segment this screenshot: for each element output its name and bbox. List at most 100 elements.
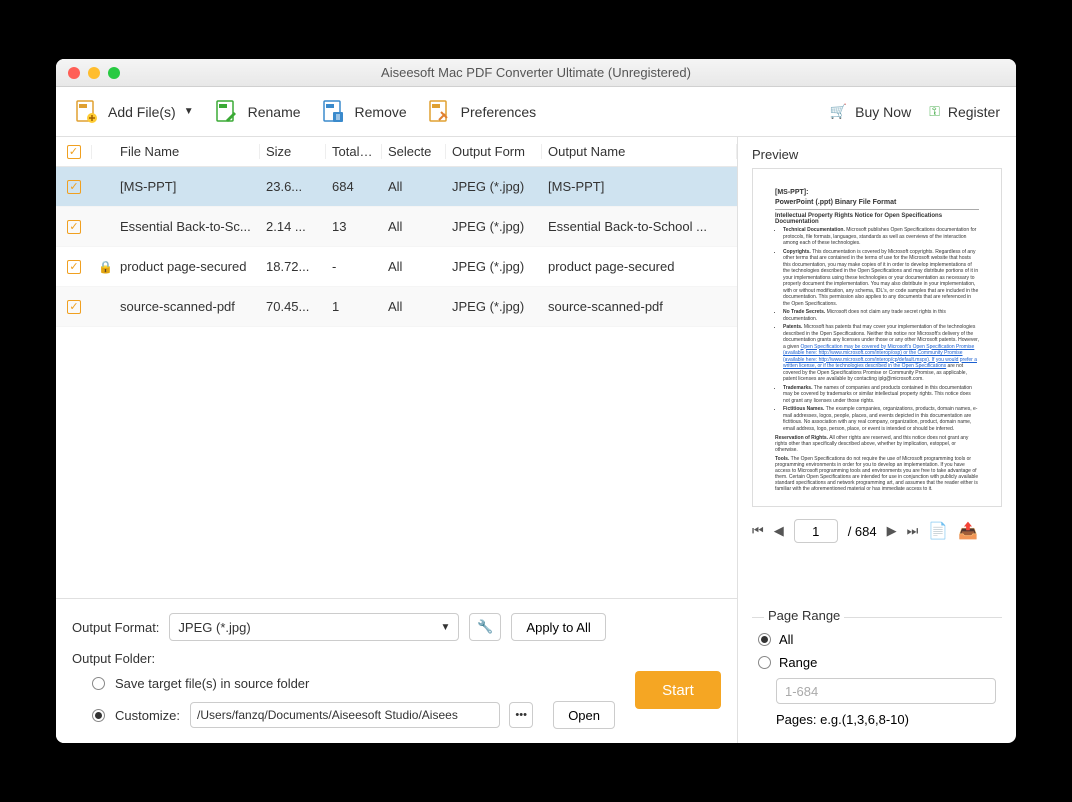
row-selected-pages: All [382, 299, 446, 314]
customize-folder-radio[interactable] [92, 709, 105, 722]
buy-now-button[interactable]: 🛒 Buy Now [830, 103, 911, 120]
customize-label: Customize: [115, 708, 180, 723]
row-checkbox[interactable]: ✓ [67, 180, 81, 194]
register-button[interactable]: ⚿ Register [929, 103, 1000, 120]
row-output-format: JPEG (*.jpg) [446, 299, 542, 314]
page-range-range-label: Range [779, 655, 817, 670]
row-size: 23.6... [260, 179, 326, 194]
output-settings-panel: Output Format: JPEG (*.jpg) ▼ 🔧 Apply to… [56, 598, 737, 743]
browse-folder-button[interactable]: ••• [509, 702, 533, 728]
header-filename[interactable]: File Name [114, 144, 260, 159]
remove-icon [319, 98, 347, 126]
row-output-format: JPEG (*.jpg) [446, 219, 542, 234]
output-format-value: JPEG (*.jpg) [178, 620, 250, 635]
row-size: 2.14 ... [260, 219, 326, 234]
add-files-button[interactable]: Add File(s) ▼ [72, 98, 194, 126]
row-output-name: source-scanned-pdf [542, 299, 737, 314]
page-range-legend: Page Range [764, 608, 844, 623]
row-size: 18.72... [260, 259, 326, 274]
rename-button[interactable]: Rename [212, 98, 301, 126]
row-selected-pages: All [382, 219, 446, 234]
lock-icon: 🔒 [98, 259, 114, 274]
page-range-range-radio[interactable] [758, 656, 771, 669]
row-selected-pages: All [382, 259, 446, 274]
next-page-button[interactable]: ▶ [887, 523, 897, 539]
key-icon: ⚿ [929, 103, 940, 120]
output-folder-label: Output Folder: [72, 651, 155, 666]
open-folder-button[interactable]: Open [553, 701, 615, 729]
row-selected-pages: All [382, 179, 446, 194]
window-title: Aiseesoft Mac PDF Converter Ultimate (Un… [56, 65, 1016, 80]
row-checkbox[interactable]: ✓ [67, 300, 81, 314]
minimize-window-button[interactable] [88, 67, 100, 79]
row-output-format: JPEG (*.jpg) [446, 179, 542, 194]
register-label: Register [948, 104, 1000, 120]
page-range-all-label: All [779, 632, 793, 647]
close-window-button[interactable] [68, 67, 80, 79]
page-range-all-radio[interactable] [758, 633, 771, 646]
total-pages-label: / 684 [848, 524, 877, 539]
current-page-input[interactable] [794, 519, 838, 543]
first-page-button[interactable]: ⏮ [752, 523, 764, 539]
row-output-format: JPEG (*.jpg) [446, 259, 542, 274]
table-row[interactable]: ✓ source-scanned-pdf 70.45... 1 All JPEG… [56, 287, 737, 327]
prev-page-button[interactable]: ◀ [774, 523, 784, 539]
preferences-button[interactable]: Preferences [425, 98, 536, 126]
app-window: Aiseesoft Mac PDF Converter Ultimate (Un… [56, 59, 1016, 743]
row-output-name: product page-secured [542, 259, 737, 274]
apply-to-all-button[interactable]: Apply to All [511, 613, 605, 641]
rename-icon [212, 98, 240, 126]
header-selected[interactable]: Selecte [382, 144, 446, 159]
table-row[interactable]: ✓ [MS-PPT] 23.6... 684 All JPEG (*.jpg) … [56, 167, 737, 207]
maximize-window-button[interactable] [108, 67, 120, 79]
save-in-source-label: Save target file(s) in source folder [115, 676, 309, 691]
start-button[interactable]: Start [635, 671, 721, 709]
fit-page-icon[interactable]: 📄 [928, 521, 948, 541]
row-filename: [MS-PPT] [114, 179, 260, 194]
row-filename: product page-secured [114, 259, 260, 274]
header-total[interactable]: Total Pa [326, 144, 382, 159]
titlebar: Aiseesoft Mac PDF Converter Ultimate (Un… [56, 59, 1016, 87]
preferences-icon [425, 98, 453, 126]
output-format-label: Output Format: [72, 620, 159, 635]
row-checkbox[interactable]: ✓ [67, 220, 81, 234]
add-files-label: Add File(s) [108, 104, 176, 120]
last-page-button[interactable]: ⏭ [907, 523, 919, 539]
header-format[interactable]: Output Form [446, 144, 542, 159]
dropdown-caret-icon: ▼ [184, 106, 194, 117]
chevron-down-icon: ▼ [441, 622, 451, 633]
header-output-name[interactable]: Output Name [542, 144, 737, 159]
preferences-label: Preferences [461, 104, 536, 120]
table-row[interactable]: ✓ 🔒 product page-secured 18.72... - All … [56, 247, 737, 287]
row-output-name: Essential Back-to-School ... [542, 219, 737, 234]
row-total-pages: 684 [326, 179, 382, 194]
select-all-checkbox[interactable]: ✓ [67, 145, 81, 159]
preview-document: [MS-PPT]: PowerPoint (.ppt) Binary File … [752, 168, 1002, 507]
row-filename: Essential Back-to-Sc... [114, 219, 260, 234]
preview-pager: ⏮ ◀ / 684 ▶ ⏭ 📄 📤 [752, 519, 1002, 543]
output-path-input[interactable]: /Users/fanzq/Documents/Aiseesoft Studio/… [190, 702, 500, 728]
page-range-hint: Pages: e.g.(1,3,6,8-10) [776, 712, 1002, 727]
toolbar: Add File(s) ▼ Rename Remove Preferences … [56, 87, 1016, 137]
remove-button[interactable]: Remove [319, 98, 407, 126]
add-file-icon [72, 98, 100, 126]
table-row[interactable]: ✓ Essential Back-to-Sc... 2.14 ... 13 Al… [56, 207, 737, 247]
table-header: ✓ File Name Size Total Pa Selecte Output… [56, 137, 737, 167]
cart-icon: 🛒 [830, 103, 847, 120]
header-size[interactable]: Size [260, 144, 326, 159]
remove-label: Remove [355, 104, 407, 120]
buy-now-label: Buy Now [855, 104, 911, 120]
row-total-pages: - [326, 259, 382, 274]
page-range-input[interactable]: 1-684 [776, 678, 996, 704]
page-range-section: Page Range All Range 1-684 Pages: e.g.(1… [752, 599, 1002, 727]
export-page-icon[interactable]: 📤 [958, 521, 978, 541]
preview-panel: Preview [MS-PPT]: PowerPoint (.ppt) Bina… [738, 137, 1016, 743]
row-total-pages: 1 [326, 299, 382, 314]
row-checkbox[interactable]: ✓ [67, 260, 81, 274]
format-settings-button[interactable]: 🔧 [469, 613, 501, 641]
output-format-select[interactable]: JPEG (*.jpg) ▼ [169, 613, 459, 641]
row-output-name: [MS-PPT] [542, 179, 737, 194]
save-in-source-radio[interactable] [92, 677, 105, 690]
row-filename: source-scanned-pdf [114, 299, 260, 314]
wrench-icon: 🔧 [477, 619, 493, 635]
